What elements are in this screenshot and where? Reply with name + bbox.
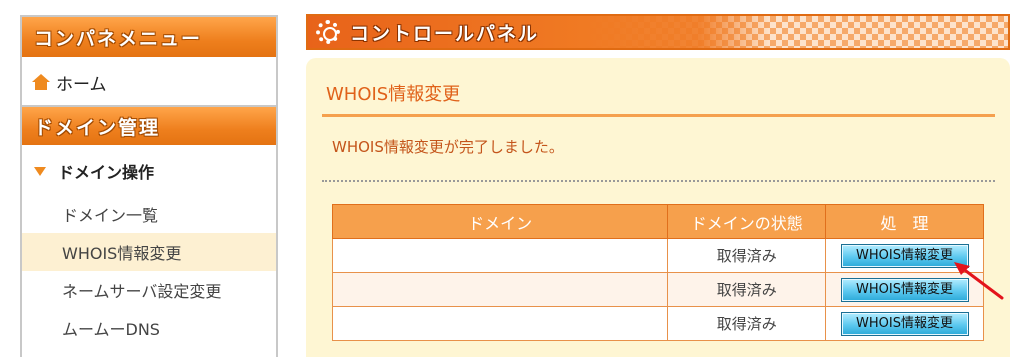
sidebar-item-muumuu-dns[interactable]: ムームーDNS [22,309,276,347]
domain-table: ドメイン ドメインの状態 処 理 取得済み WHOIS情報変更 取得済み WHO… [331,204,984,341]
table-row: 取得済み WHOIS情報変更 [331,272,984,307]
triangle-down-icon [34,166,46,176]
sidebar-item-label: ネームサーバ設定変更 [62,282,222,301]
title-wrap: コントロールパネル [316,16,539,48]
sidebar-item-label: ムームーDNS [62,320,160,339]
action-cell: WHOIS情報変更 [825,306,984,341]
sidebar-header-menu: コンパネメニュー [22,17,276,59]
table-row: 取得済み WHOIS情報変更 [331,306,984,341]
column-header-action: 処 理 [825,204,984,239]
sidebar-header-menu-label: コンパネメニュー [34,27,203,50]
sidebar: コンパネメニュー ホーム ドメイン管理 ドメイン操作 ドメイン一覧 WHOIS情… [20,15,278,357]
whois-change-button[interactable]: WHOIS情報変更 [840,311,969,336]
dotted-divider [322,180,995,182]
home-icon [32,74,50,90]
sidebar-header-domain: ドメイン管理 [22,107,276,147]
sidebar-group-domain-ops[interactable]: ドメイン操作 [22,147,276,195]
column-header-domain: ドメイン [331,204,669,239]
domain-cell [331,272,669,307]
section-title: WHOIS情報変更 [326,84,461,105]
status-cell: 取得済み [667,306,827,341]
sidebar-item-nameserver[interactable]: ネームサーバ設定変更 [22,271,276,309]
sidebar-header-domain-label: ドメイン管理 [34,116,161,139]
completion-message: WHOIS情報変更が完了しました。 [332,138,564,156]
column-header-status: ドメインの状態 [667,204,827,239]
control-panel-title-bar: コントロールパネル [306,14,1010,50]
status-cell: 取得済み [667,238,827,273]
table-row: 取得済み WHOIS情報変更 [331,238,984,273]
domain-cell [331,238,669,273]
sidebar-item-label: ドメイン一覧 [62,206,159,225]
sidebar-item-whois[interactable]: WHOIS情報変更 [22,233,276,271]
content-panel: WHOIS情報変更 WHOIS情報変更が完了しました。 ドメイン ドメインの状態… [306,58,1010,357]
domain-cell [331,306,669,341]
sidebar-group-label: ドメイン操作 [58,163,155,182]
sidebar-item-label: WHOIS情報変更 [62,244,182,263]
page-title: コントロールパネル [350,22,540,45]
status-cell: 取得済み [667,272,827,307]
gear-icon [316,20,340,44]
sidebar-item-domain-list[interactable]: ドメイン一覧 [22,195,276,233]
table-header-row: ドメイン ドメインの状態 処 理 [331,204,984,239]
sidebar-item-home[interactable]: ホーム [22,59,276,107]
red-arrow-annotation [954,262,1004,300]
section-divider [322,114,995,117]
sidebar-item-home-label: ホーム [56,74,107,95]
